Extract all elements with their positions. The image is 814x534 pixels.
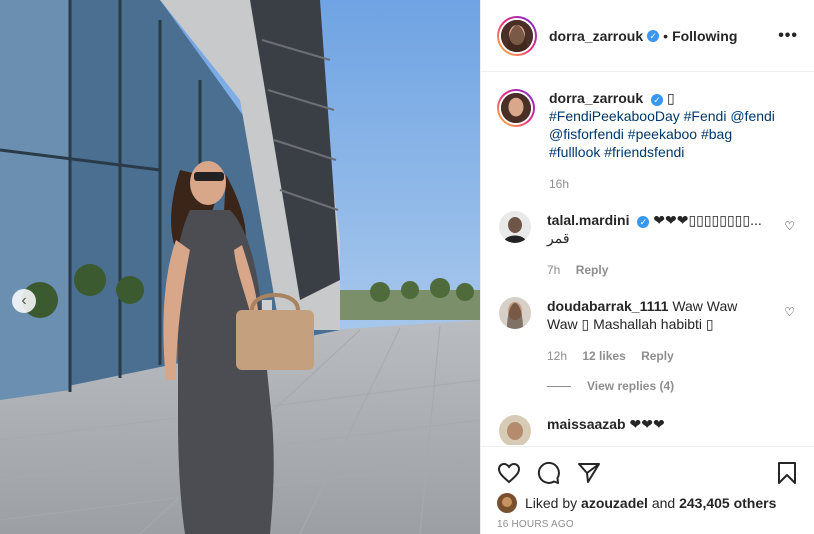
like-comment-heart-icon[interactable]: ♡ <box>784 305 795 319</box>
following-button[interactable]: Following <box>672 28 737 44</box>
caption-hashtags-line[interactable]: #FendiPeekabooDay #Fendi @fendi <box>549 107 775 125</box>
more-options-icon[interactable]: ••• <box>778 27 798 45</box>
liked-by-user[interactable]: azouzadel <box>581 495 648 511</box>
commenter-avatar[interactable] <box>499 211 531 243</box>
comment-item: doudabarrak_1111 Waw Waw Waw ▯ Mashallah… <box>497 297 799 365</box>
view-replies-label: View replies (4) <box>587 379 675 393</box>
liked-by-count[interactable]: 243,405 others <box>679 495 776 511</box>
previous-image-button[interactable]: ‹ <box>12 289 36 313</box>
author-avatar[interactable] <box>497 15 537 56</box>
post-photo[interactable]: ‹ <box>0 0 480 534</box>
liked-by-and: and <box>651 495 676 511</box>
comment-item: talal.mardini ✓ ❤❤❤▯▯▯▯▯▯▯▯... قمر 7h Re… <box>497 211 799 279</box>
share-paper-plane-icon[interactable] <box>575 459 603 487</box>
caption-hashtags-line[interactable]: @fisforfendi #peekaboo #bag <box>549 125 775 143</box>
post-timestamp[interactable]: 16 HOURS AGO <box>481 513 814 530</box>
post-header: dorra_zarrouk ✓ • Following ••• <box>481 0 814 72</box>
comment-text: قمر <box>547 230 570 246</box>
verified-badge-icon: ✓ <box>637 216 650 228</box>
caption-hashtags-line[interactable]: #fulllook #friendsfendi <box>549 143 775 161</box>
caption-username[interactable]: dorra_zarrouk <box>549 90 643 106</box>
view-replies-button[interactable]: View replies (4) <box>547 379 799 393</box>
comment-bubble-icon[interactable] <box>535 459 563 487</box>
comment-time[interactable]: 12h <box>547 349 567 363</box>
divider-line <box>547 385 571 387</box>
comments-section[interactable]: dorra_zarrouk ✓ ▯ #FendiPeekabooDay #Fen… <box>481 73 814 445</box>
comment-item: maissaazab ❤❤❤ <box>497 415 799 445</box>
reply-button[interactable]: Reply <box>576 263 609 277</box>
like-heart-icon[interactable] <box>495 459 523 487</box>
reply-button[interactable]: Reply <box>641 349 674 363</box>
post-caption: dorra_zarrouk ✓ ▯ #FendiPeekabooDay #Fen… <box>497 89 799 193</box>
verified-badge-icon: ✓ <box>651 94 664 106</box>
caption-avatar[interactable] <box>497 89 535 127</box>
likes-summary: Liked by azouzadel and 243,405 others <box>481 489 814 513</box>
verified-badge-icon: ✓ <box>647 29 660 42</box>
post-side-panel: dorra_zarrouk ✓ • Following ••• dorra_za… <box>480 0 814 534</box>
save-bookmark-icon[interactable] <box>773 459 801 487</box>
comment-time[interactable]: 7h <box>547 263 560 277</box>
comment-likes-count[interactable]: 12 likes <box>582 349 625 363</box>
comment-text: ❤❤❤ <box>629 416 665 432</box>
commenter-avatar[interactable] <box>499 297 531 329</box>
comment-text: ❤❤❤▯▯▯▯▯▯▯▯... <box>653 212 762 228</box>
author-username[interactable]: dorra_zarrouk <box>549 28 643 44</box>
photo-illustration <box>0 0 480 534</box>
caption-emoji: ▯ <box>666 90 675 106</box>
caption-time[interactable]: 16h <box>549 177 569 191</box>
like-comment-heart-icon[interactable]: ♡ <box>784 219 795 233</box>
follow-separator: • <box>663 27 669 44</box>
commenter-username[interactable]: doudabarrak_1111 <box>547 298 668 314</box>
commenter-username[interactable]: maissaazab <box>547 416 626 432</box>
commenter-username[interactable]: talal.mardini <box>547 212 629 228</box>
commenter-avatar[interactable] <box>499 415 531 445</box>
liker-avatar[interactable] <box>497 493 517 513</box>
chevron-left-icon: ‹ <box>21 292 27 309</box>
liked-by-prefix: Liked by <box>525 495 578 511</box>
post-actions-bar: Liked by azouzadel and 243,405 others 16… <box>481 446 814 534</box>
